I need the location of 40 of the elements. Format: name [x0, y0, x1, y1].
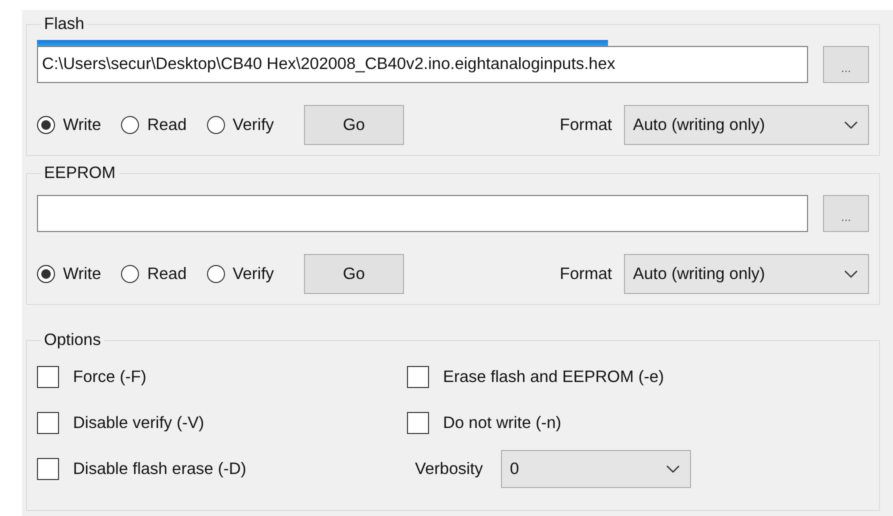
- radio-option[interactable]: Read: [121, 116, 187, 134]
- go-button[interactable]: Go: [304, 105, 404, 145]
- checkbox[interactable]: [37, 366, 59, 388]
- group-title: Flash: [43, 15, 86, 34]
- browse-button[interactable]: ...: [823, 46, 869, 83]
- verbosity-dropdown[interactable]: 0: [500, 450, 691, 488]
- file-path-field[interactable]: C:\Users\secur\Desktop\CB40 Hex\202008_CB40v2.ino.eightanaloginputs.hex: [37, 46, 808, 83]
- format-label: Format: [560, 116, 612, 134]
- checkbox[interactable]: [37, 458, 59, 480]
- group-title: EEPROM: [43, 164, 117, 183]
- radio-icon[interactable]: [121, 265, 140, 283]
- checkbox[interactable]: [37, 412, 59, 434]
- checkbox-option[interactable]: Erase flash and EEPROM (-e): [407, 366, 869, 388]
- browse-button[interactable]: ...: [823, 195, 869, 232]
- verbosity-label: Verbosity: [415, 460, 483, 478]
- checkbox[interactable]: [407, 366, 429, 388]
- file-path-field[interactable]: [37, 195, 808, 232]
- radio-icon[interactable]: [37, 116, 55, 134]
- format-dropdown[interactable]: Auto (writing only): [624, 105, 869, 145]
- format-dropdown[interactable]: Auto (writing only): [624, 254, 869, 294]
- radio-icon[interactable]: [121, 116, 140, 134]
- chevron-down-icon: [844, 121, 858, 129]
- checkbox-option[interactable]: Force (-F): [37, 366, 407, 388]
- go-button[interactable]: Go: [304, 254, 404, 294]
- radio-option[interactable]: Read: [121, 264, 187, 284]
- radio-icon[interactable]: [37, 265, 55, 283]
- chevron-down-icon: [844, 270, 858, 278]
- checkbox-option[interactable]: Disable verify (-V): [37, 412, 407, 434]
- radio-icon[interactable]: [206, 265, 225, 283]
- group-title: Options: [43, 331, 102, 350]
- chevron-down-icon: [666, 465, 680, 473]
- format-label: Format: [560, 264, 612, 284]
- checkbox[interactable]: [407, 412, 429, 434]
- radio-option[interactable]: Write: [37, 116, 102, 134]
- radio-option[interactable]: Verify: [206, 116, 274, 134]
- radio-option[interactable]: Write: [37, 264, 102, 284]
- checkbox-option[interactable]: Do not write (-n): [407, 412, 869, 434]
- radio-option[interactable]: Verify: [206, 264, 274, 284]
- checkbox-option[interactable]: Disable flash erase (-D): [37, 458, 407, 480]
- radio-icon[interactable]: [206, 116, 225, 134]
